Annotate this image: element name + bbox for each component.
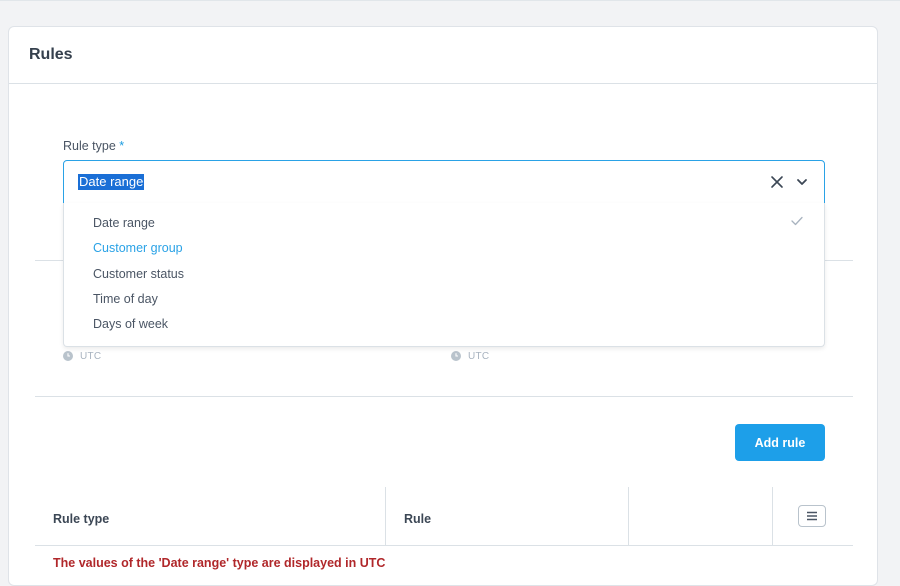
column-menu-button[interactable] bbox=[798, 505, 826, 527]
timezone-left-label: UTC bbox=[80, 350, 102, 362]
chevron-down-icon[interactable] bbox=[796, 177, 808, 187]
rule-type-select-value[interactable]: Date range bbox=[78, 174, 145, 190]
timezone-right-label: UTC bbox=[468, 350, 490, 362]
rule-type-label-text: Rule type bbox=[63, 139, 116, 153]
clock-icon bbox=[63, 351, 73, 361]
top-border bbox=[0, 0, 900, 1]
column-header-rule-type: Rule type bbox=[53, 512, 110, 526]
rule-type-label: Rule type * bbox=[63, 139, 124, 153]
clock-icon bbox=[451, 351, 461, 361]
required-mark: * bbox=[119, 139, 125, 153]
card-title: Rules bbox=[29, 46, 73, 63]
column-divider bbox=[628, 487, 629, 545]
rule-type-dropdown: Date range Customer group Customer statu… bbox=[63, 203, 825, 347]
option-date-range[interactable]: Date range bbox=[93, 216, 155, 230]
option-time-of-day[interactable]: Time of day bbox=[93, 292, 158, 306]
menu-icon bbox=[807, 511, 817, 521]
card-header: Rules bbox=[9, 27, 877, 84]
option-customer-status[interactable]: Customer status bbox=[93, 267, 184, 281]
column-divider bbox=[772, 487, 773, 545]
section-divider-middle bbox=[35, 396, 853, 397]
column-header-rule: Rule bbox=[404, 512, 432, 526]
rule-type-select[interactable]: Date range bbox=[63, 160, 825, 204]
check-icon bbox=[791, 216, 803, 226]
column-divider bbox=[385, 487, 386, 545]
add-rule-button[interactable]: Add rule bbox=[735, 424, 825, 461]
timezone-left: UTC bbox=[63, 349, 101, 363]
close-icon[interactable] bbox=[770, 175, 784, 189]
option-customer-group[interactable]: Customer group bbox=[93, 241, 183, 255]
rules-card: Rules Rule type * Date range Date range … bbox=[8, 26, 878, 586]
option-days-of-week[interactable]: Days of week bbox=[93, 317, 168, 331]
timezone-right: UTC bbox=[451, 349, 489, 363]
utc-warning-text: The values of the 'Date range' type are … bbox=[53, 556, 386, 570]
table-header-divider bbox=[35, 545, 853, 546]
